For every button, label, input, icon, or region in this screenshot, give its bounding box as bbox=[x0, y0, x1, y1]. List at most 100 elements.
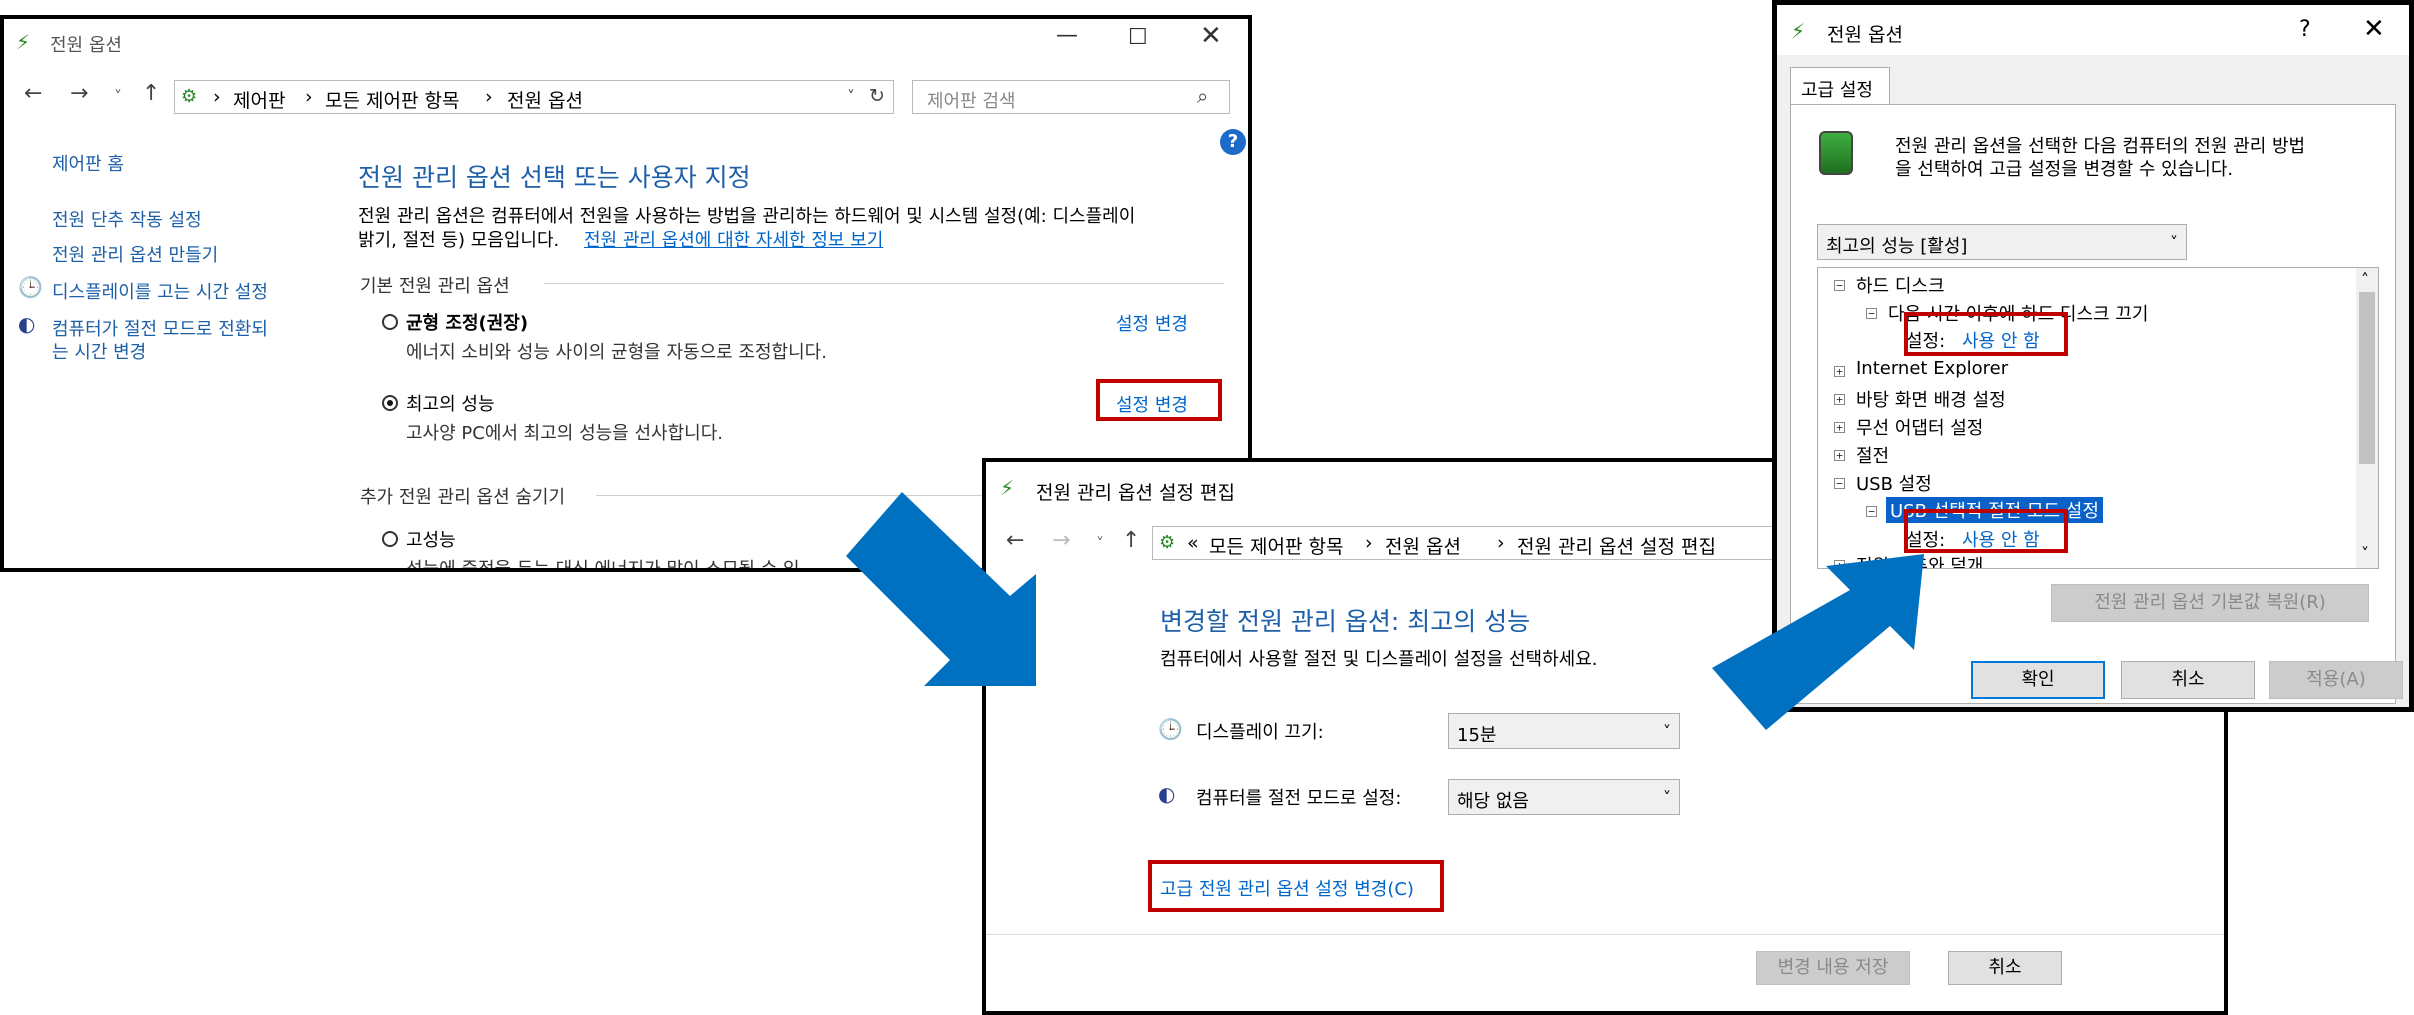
tree-item-sleep[interactable]: 절전 bbox=[1856, 442, 1889, 468]
breadcrumb-overflow[interactable]: « bbox=[1187, 532, 1199, 554]
scroll-down-icon[interactable]: ˅ bbox=[2361, 544, 2369, 563]
scroll-up-icon[interactable]: ˄ bbox=[2361, 270, 2369, 289]
chevron-down-icon: ˅ bbox=[1663, 722, 1671, 741]
up-arrow-icon[interactable]: ↑ bbox=[1122, 528, 1140, 553]
plan-high-performance-desc: 고사양 PC에서 최고의 성능을 선사합니다. bbox=[406, 423, 723, 444]
cancel-button[interactable]: 취소 bbox=[2121, 661, 2255, 699]
plan-select[interactable]: 최고의 성능 [활성] ˅ bbox=[1817, 224, 2187, 260]
breadcrumb-sep-icon: › bbox=[1365, 532, 1373, 554]
plan-high-performance-radio[interactable] bbox=[382, 395, 398, 411]
plan-balanced-name[interactable]: 균형 조정(권장) bbox=[406, 309, 528, 335]
page-subtitle: 컴퓨터에서 사용할 절전 및 디스플레이 설정을 선택하세요. bbox=[1160, 649, 1598, 670]
restore-defaults-button[interactable]: 전원 관리 옵션 기본값 복원(R) bbox=[2051, 584, 2369, 622]
back-arrow-icon[interactable]: ← bbox=[1006, 528, 1024, 553]
sidebar-item-create-plan[interactable]: 전원 관리 옵션 만들기 bbox=[52, 241, 218, 267]
refresh-icon[interactable]: ↻ bbox=[869, 85, 885, 107]
ok-button[interactable]: 확인 bbox=[1971, 661, 2105, 699]
search-input[interactable]: 제어판 검색 ⌕ bbox=[912, 80, 1230, 114]
breadcrumb-item[interactable]: 모든 제어판 항목 bbox=[325, 86, 459, 113]
expand-icon[interactable]: + bbox=[1834, 394, 1845, 405]
highlight-box bbox=[1096, 379, 1222, 421]
close-button[interactable]: ✕ bbox=[2363, 14, 2385, 44]
plan-balanced-change-link[interactable]: 설정 변경 bbox=[1116, 310, 1188, 336]
expand-icon[interactable]: + bbox=[1834, 450, 1845, 461]
recent-dropdown-icon[interactable]: ˅ bbox=[1096, 534, 1104, 553]
intro-line2: 을 선택하여 고급 설정을 변경할 수 있습니다. bbox=[1895, 159, 2234, 180]
recent-dropdown-icon[interactable]: ˅ bbox=[114, 87, 122, 106]
plan-high-perf-desc: 성능에 중점을 두는 대신 에너지가 많이 소모될 수 있 bbox=[406, 559, 800, 572]
save-changes-button[interactable]: 변경 내용 저장 bbox=[1756, 951, 1910, 985]
search-icon: ⌕ bbox=[1197, 84, 1209, 108]
breadcrumb-item[interactable]: 모든 제어판 항목 bbox=[1209, 532, 1343, 559]
plan-high-perf-name[interactable]: 고성능 bbox=[406, 526, 456, 552]
expand-icon[interactable]: + bbox=[1834, 422, 1845, 433]
control-panel-icon: ⚙ bbox=[181, 86, 198, 107]
plan-high-performance-name[interactable]: 최고의 성능 bbox=[406, 390, 495, 416]
breadcrumb-item[interactable]: 전원 옵션 bbox=[1385, 532, 1461, 559]
sidebar-item-display-off[interactable]: 디스플레이를 고는 시간 설정 bbox=[52, 278, 268, 304]
minimize-button[interactable]: — bbox=[1056, 23, 1078, 48]
tree-scrollbar[interactable]: ˄ ˅ bbox=[2356, 268, 2378, 568]
scrollbar-thumb[interactable] bbox=[2359, 292, 2375, 464]
cancel-button[interactable]: 취소 bbox=[1948, 951, 2062, 985]
footer-divider bbox=[986, 934, 2224, 935]
breadcrumb-sep-icon: › bbox=[1497, 532, 1505, 554]
display-off-select[interactable]: 15분 ˅ bbox=[1448, 713, 1680, 749]
help-icon[interactable]: ? bbox=[1220, 129, 1246, 155]
chevron-down-icon: ˅ bbox=[2170, 233, 2178, 252]
title-bar: ⚡ 전원 옵션 ? ✕ bbox=[1777, 5, 2409, 55]
display-off-value: 15분 bbox=[1457, 725, 1497, 746]
battery-plug-icon bbox=[1819, 131, 1853, 175]
tree-item-ie[interactable]: Internet Explorer bbox=[1856, 358, 2008, 379]
sleep-select[interactable]: 해당 없음 ˅ bbox=[1448, 779, 1680, 815]
apply-button[interactable]: 적용(A) bbox=[2269, 661, 2403, 699]
expand-icon[interactable]: + bbox=[1834, 366, 1845, 377]
collapse-icon[interactable]: − bbox=[1866, 506, 1877, 517]
tree-item-wireless[interactable]: 무선 어댑터 설정 bbox=[1856, 414, 1983, 440]
section-basic-label: 기본 전원 관리 옵션 bbox=[360, 276, 510, 297]
tab-advanced-settings[interactable]: 고급 설정 bbox=[1790, 67, 1890, 105]
tree-item-hard-disk[interactable]: 하드 디스크 bbox=[1856, 272, 1945, 298]
sleep-moon-icon: ◐ bbox=[18, 312, 36, 336]
breadcrumb-item[interactable]: 전원 관리 옵션 설정 편집 bbox=[1517, 532, 1716, 559]
plan-high-perf-radio[interactable] bbox=[382, 531, 398, 547]
title-bar: ⚡ 전원 옵션 — ☐ ✕ bbox=[4, 19, 1248, 61]
dialog-title: 전원 옵션 bbox=[1827, 24, 1903, 46]
settings-tree[interactable]: − 하드 디스크 − 다음 시간 이후에 하드 디스크 끄기 설정: 사용 안 … bbox=[1817, 267, 2379, 569]
search-placeholder: 제어판 검색 bbox=[927, 91, 1016, 112]
control-panel-icon: ⚙ bbox=[1159, 532, 1176, 553]
collapse-icon[interactable]: − bbox=[1834, 280, 1845, 291]
tree-item-power-buttons[interactable]: 전원 단추와 덮개 bbox=[1856, 552, 1983, 568]
forward-arrow-icon[interactable]: → bbox=[70, 81, 88, 106]
maximize-button[interactable]: ☐ bbox=[1128, 25, 1148, 50]
collapse-icon[interactable]: − bbox=[1834, 478, 1845, 489]
breadcrumb-item[interactable]: 제어판 bbox=[233, 86, 285, 113]
sidebar-item-power-buttons[interactable]: 전원 단추 작동 설정 bbox=[52, 206, 202, 232]
collapse-icon[interactable]: − bbox=[1866, 308, 1877, 319]
back-arrow-icon[interactable]: ← bbox=[24, 81, 42, 106]
up-arrow-icon[interactable]: ↑ bbox=[142, 81, 160, 106]
description-line1: 전원 관리 옵션은 컴퓨터에서 전원을 사용하는 방법을 관리하는 하드웨어 및… bbox=[358, 206, 1136, 227]
tree-item-desktop[interactable]: 바탕 화면 배경 설정 bbox=[1856, 386, 2006, 412]
display-clock-icon: 🕒 bbox=[18, 275, 43, 299]
address-dropdown-icon[interactable]: ˅ bbox=[847, 87, 855, 106]
close-button[interactable]: ✕ bbox=[1200, 21, 1222, 51]
breadcrumb-item[interactable]: 전원 옵션 bbox=[507, 86, 583, 113]
sidebar-item-sleep-line2[interactable]: 는 시간 변경 bbox=[52, 338, 146, 364]
sidebar-home-link[interactable]: 제어판 홈 bbox=[52, 150, 124, 176]
advanced-settings-dialog: ⚡ 전원 옵션 ? ✕ 고급 설정 전원 관리 옵션을 선택한 다음 컴퓨터의 … bbox=[1772, 0, 2414, 712]
forward-arrow-icon[interactable]: → bbox=[1052, 528, 1070, 553]
power-options-icon: ⚡ bbox=[1791, 19, 1806, 43]
more-info-link[interactable]: 전원 관리 옵션에 대한 자세한 정보 보기 bbox=[584, 226, 883, 252]
help-button[interactable]: ? bbox=[2299, 17, 2311, 42]
tree-item-usb[interactable]: USB 설정 bbox=[1856, 470, 1932, 496]
address-bar[interactable]: ⚙ › 제어판 › 모든 제어판 항목 › 전원 옵션 ˅ ↻ bbox=[174, 80, 894, 114]
plan-balanced-radio[interactable] bbox=[382, 314, 398, 330]
chevron-down-icon: ˅ bbox=[1663, 788, 1671, 807]
section-extra-toggle[interactable]: 추가 전원 관리 옵션 숨기기 bbox=[360, 483, 565, 509]
tab-label: 고급 설정 bbox=[1801, 80, 1873, 101]
sleep-value: 해당 없음 bbox=[1457, 791, 1529, 812]
expand-icon[interactable]: + bbox=[1834, 560, 1845, 568]
sleep-label: 컴퓨터를 절전 모드로 설정: bbox=[1196, 788, 1402, 809]
window-title: 전원 관리 옵션 설정 편집 bbox=[1036, 482, 1235, 504]
